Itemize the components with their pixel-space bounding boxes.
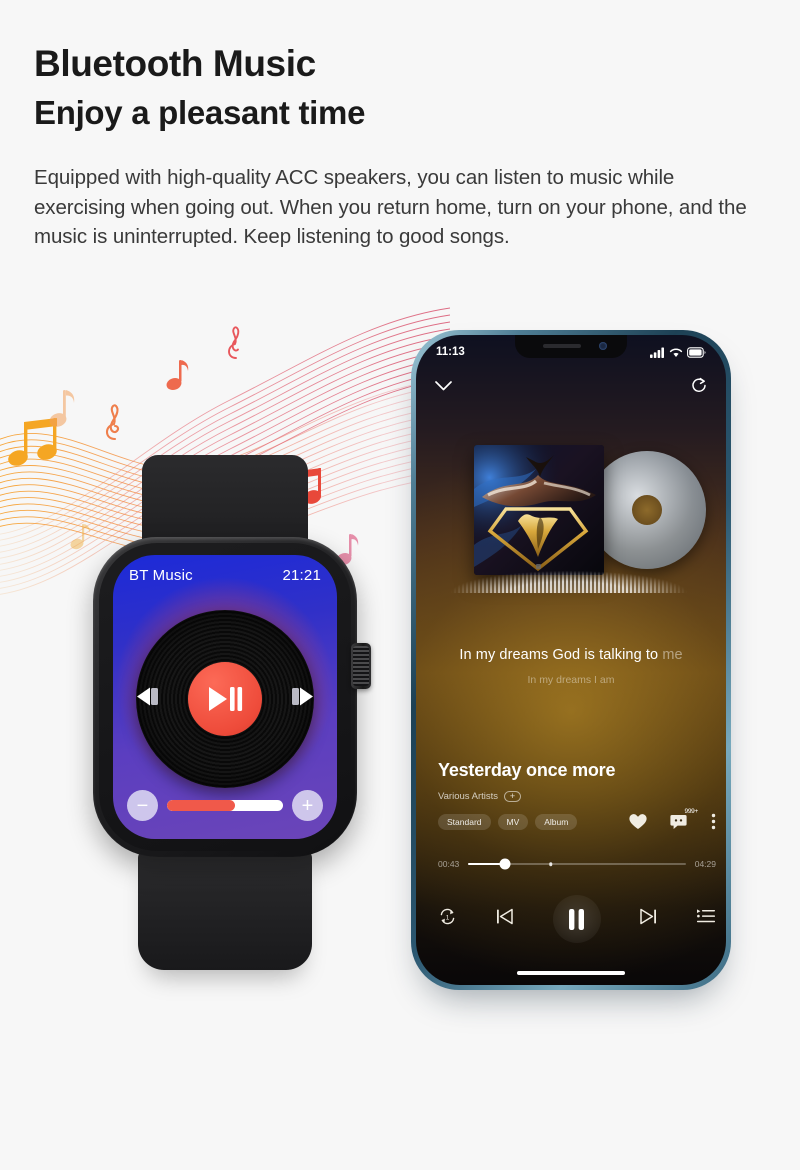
playback-progress-row: 00:43 04:29 xyxy=(438,858,716,870)
collapse-player-button[interactable] xyxy=(434,379,453,397)
progress-slider[interactable] xyxy=(468,858,686,870)
album-pedestal xyxy=(438,571,700,593)
more-options-button[interactable] xyxy=(711,813,716,835)
volume-slider-fill xyxy=(167,800,236,811)
total-time: 04:29 xyxy=(694,859,716,869)
watch-screen: BT Music 21:21 − + xyxy=(113,555,337,839)
smartphone: 11:13 In my dreams God is talking to me … xyxy=(411,330,731,990)
watch-next-button[interactable] xyxy=(287,686,317,713)
comment-button[interactable]: 999+ xyxy=(670,808,698,835)
previous-button[interactable] xyxy=(494,906,515,932)
album-cover-art[interactable] xyxy=(474,445,604,575)
song-action-icons: 999+ xyxy=(628,808,716,835)
next-button[interactable] xyxy=(638,906,659,932)
vinyl-disc-icon xyxy=(588,451,706,569)
queue-button[interactable] xyxy=(696,908,716,930)
play-pause-icon xyxy=(209,687,243,711)
skip-next-icon xyxy=(640,908,656,925)
comment-count-badge: 999+ xyxy=(684,807,699,815)
playlist-queue-icon xyxy=(697,909,715,923)
play-pause-button[interactable] xyxy=(552,895,601,943)
header-copy: Bluetooth Music Enjoy a pleasant time Eq… xyxy=(34,42,764,252)
heart-icon xyxy=(629,814,647,829)
share-icon xyxy=(692,377,706,392)
share-button[interactable] xyxy=(691,377,708,399)
cellular-signal-icon xyxy=(650,347,664,358)
like-button[interactable] xyxy=(628,812,648,835)
repeat-one-icon: 1 xyxy=(440,908,455,925)
treble-clef-icon xyxy=(103,403,127,446)
wifi-icon xyxy=(669,348,683,357)
progress-marker-dot xyxy=(549,862,553,866)
phone-nav-row xyxy=(416,377,726,399)
home-indicator[interactable] xyxy=(517,970,625,975)
status-time: 11:13 xyxy=(436,346,465,358)
pause-icon xyxy=(569,908,584,930)
album-cover-artwork xyxy=(474,445,604,575)
previous-track-icon xyxy=(137,687,158,706)
lyric-active-line: In my dreams God is talking to me xyxy=(416,647,726,663)
progress-knob[interactable] xyxy=(499,858,511,870)
earpiece-speaker xyxy=(543,344,581,348)
phone-notch xyxy=(515,335,627,358)
phone-screen: 11:13 In my dreams God is talking to me … xyxy=(416,335,726,985)
lyrics-panel[interactable]: In my dreams God is talking to me In my … xyxy=(416,647,726,686)
artist-row: Various Artists + xyxy=(438,791,716,802)
watch-crown-button[interactable] xyxy=(351,643,371,689)
lyric-active-dim: me xyxy=(662,647,683,663)
album-art-stage xyxy=(416,437,726,617)
battery-icon xyxy=(687,346,706,358)
lyric-next-line: In my dreams I am xyxy=(527,674,615,686)
more-vertical-icon xyxy=(711,813,716,829)
beamed-notes-icon xyxy=(8,418,74,475)
tag-standard[interactable]: Standard xyxy=(438,814,491,830)
page-description: Equipped with high-quality ACC speakers,… xyxy=(34,165,747,249)
repeat-button[interactable]: 1 xyxy=(438,907,457,931)
chevron-down-icon xyxy=(435,381,452,391)
page-subtitle: Enjoy a pleasant time xyxy=(34,93,366,131)
tag-mv[interactable]: MV xyxy=(497,814,529,830)
watch-band-bottom xyxy=(138,850,312,970)
skip-previous-icon xyxy=(497,908,513,925)
comment-icon xyxy=(670,814,687,829)
page-title: Bluetooth Music xyxy=(34,43,316,84)
watch-app-label: BT Music xyxy=(129,567,193,584)
treble-clef-icon xyxy=(225,324,247,365)
tag-album[interactable]: Album xyxy=(535,814,578,830)
watch-status-row: BT Music 21:21 xyxy=(113,567,337,584)
smartwatch: BT Music 21:21 − + xyxy=(75,455,375,970)
watch-play-pause-button[interactable] xyxy=(188,662,262,736)
next-track-icon xyxy=(292,687,313,706)
song-title: Yesterday once more xyxy=(438,760,616,780)
volume-up-button[interactable]: + xyxy=(292,790,323,821)
music-note-icon xyxy=(165,358,191,397)
follow-artist-button[interactable]: + xyxy=(504,791,522,802)
front-camera-icon xyxy=(599,342,607,350)
music-note-icon xyxy=(48,388,78,435)
volume-down-button[interactable]: − xyxy=(127,790,158,821)
watch-volume-row: − + xyxy=(113,790,337,821)
watch-previous-button[interactable] xyxy=(133,686,163,713)
transport-controls: 1 xyxy=(438,895,716,943)
volume-slider[interactable] xyxy=(167,800,283,811)
song-info-panel: Yesterday once more Various Artists + St… xyxy=(438,760,716,830)
elapsed-time: 00:43 xyxy=(438,859,460,869)
lyric-active-lit: In my dreams God is talking to xyxy=(459,647,659,663)
watch-time: 21:21 xyxy=(282,567,321,584)
artist-name[interactable]: Various Artists xyxy=(438,791,498,802)
svg-text:1: 1 xyxy=(446,914,450,921)
